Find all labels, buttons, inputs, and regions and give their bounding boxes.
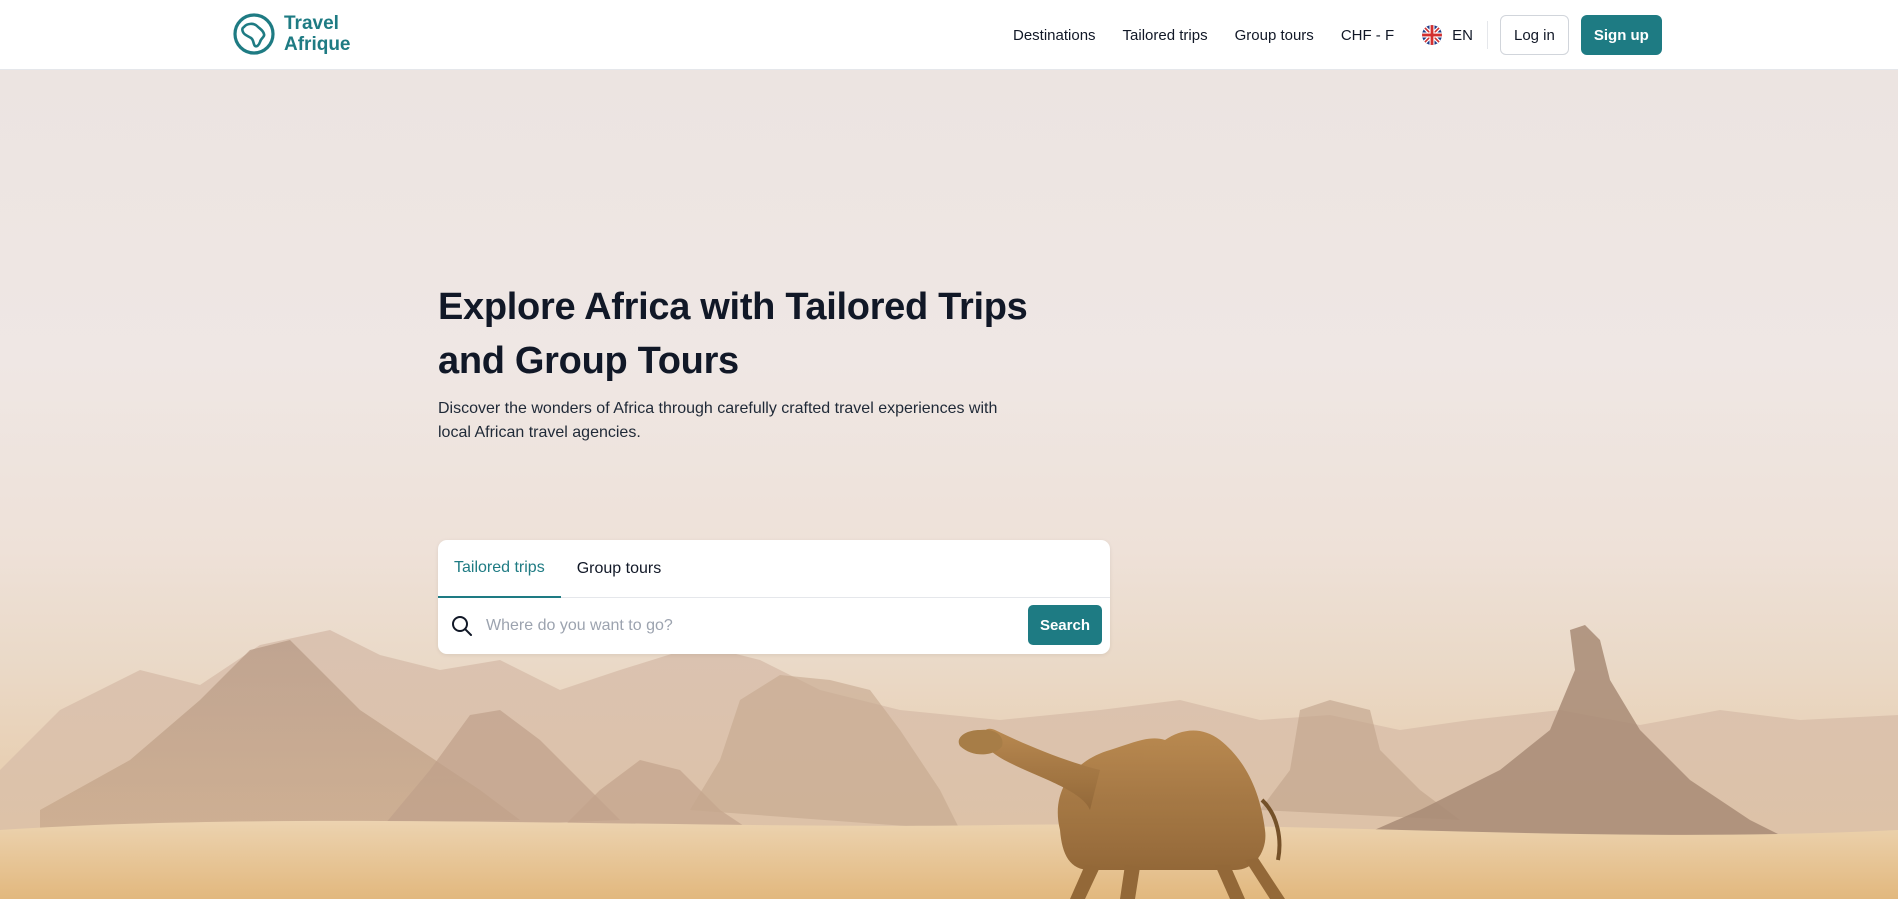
- nav-destinations[interactable]: Destinations: [1013, 27, 1096, 44]
- language-selector[interactable]: EN: [1422, 25, 1473, 45]
- nav-tailored-trips[interactable]: Tailored trips: [1123, 27, 1208, 44]
- desert-camel-photo: [0, 625, 1898, 899]
- tab-tailored-trips[interactable]: Tailored trips: [438, 540, 561, 598]
- destination-search-input[interactable]: [486, 610, 986, 642]
- brand-line-1: Travel: [284, 13, 339, 34]
- main-nav: Destinations Tailored trips Group tours …: [1013, 0, 1662, 70]
- brand-line-2: Afrique: [284, 34, 351, 55]
- brand-name: Travel Afrique: [284, 13, 351, 55]
- hero-title: Explore Africa with Tailored Trips and G…: [438, 286, 1028, 382]
- nav-divider: [1486, 21, 1488, 49]
- language-code: EN: [1452, 26, 1473, 44]
- site-header: Travel Afrique Destinations Tailored tri…: [0, 0, 1898, 70]
- africa-logo-icon: [233, 13, 275, 55]
- search-button[interactable]: Search: [1027, 605, 1102, 645]
- hero-section: Explore Africa with Tailored Trips and G…: [0, 70, 1898, 899]
- hero-subtitle: Discover the wonders of Africa through c…: [438, 400, 998, 441]
- brand-logo[interactable]: Travel Afrique: [230, 13, 351, 55]
- hero-content: Explore Africa with Tailored Trips and G…: [438, 280, 1110, 654]
- tab-group-tours[interactable]: Group tours: [561, 540, 677, 598]
- nav-group-tours[interactable]: Group tours: [1235, 27, 1314, 44]
- search-row: Search: [438, 598, 1110, 653]
- search-icon: [452, 616, 472, 636]
- search-tabs: Tailored trips Group tours: [438, 540, 1110, 598]
- login-button[interactable]: Log in: [1499, 15, 1569, 55]
- search-card: Tailored trips Group tours Search: [438, 540, 1110, 654]
- signup-button[interactable]: Sign up: [1580, 15, 1662, 55]
- uk-flag-icon: [1422, 25, 1443, 45]
- currency-selector[interactable]: CHF - F: [1341, 27, 1394, 44]
